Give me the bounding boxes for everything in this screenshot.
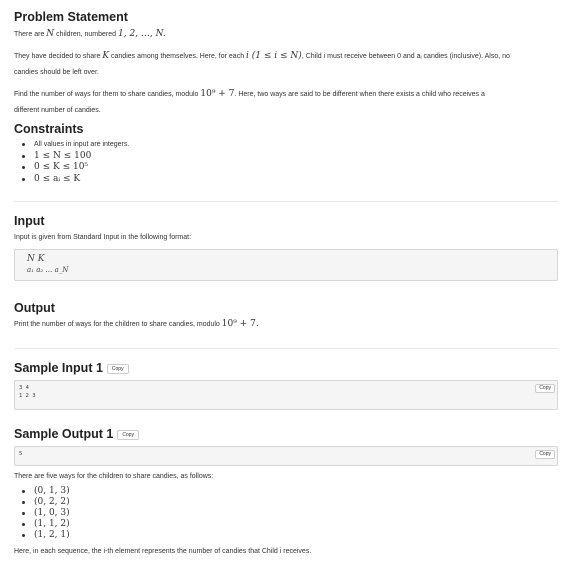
- sample-output-1-header: Sample Output 1 Copy: [14, 426, 558, 442]
- sample-explanation: There are five ways for the children to …: [14, 469, 558, 560]
- copy-button[interactable]: Copy: [535, 450, 555, 459]
- way-item: (0, 2, 2): [14, 497, 558, 508]
- constraints-heading: Constraints: [14, 122, 84, 136]
- copy-sample-input-button[interactable]: Copy: [106, 363, 129, 374]
- problem-statement-section: Problem Statement There are N children, …: [14, 9, 558, 119]
- constraint-item: 0 ≤ K ≤ 10⁵: [14, 162, 558, 174]
- way-item: (1, 0, 3): [14, 508, 558, 519]
- input-format-line-1: N K: [27, 254, 45, 264]
- way-item: (1, 2, 1): [14, 530, 558, 541]
- constraints-list: All values in input are integers. 1 ≤ N …: [14, 139, 558, 185]
- input-heading: Input: [14, 214, 45, 228]
- section-divider: [14, 201, 558, 202]
- sample-note: Here, in each sequence, the i-th element…: [14, 548, 312, 555]
- input-section: Input Input is given from Standard Input…: [14, 213, 558, 246]
- sample-explanation-text: There are five ways for the children to …: [14, 473, 214, 480]
- input-format-box: N K a₁ a₂ … a_N: [14, 249, 558, 281]
- sample-input-1-box: 3 4 1 2 3 Copy: [14, 380, 558, 410]
- ways-list: (0, 1, 3) (0, 2, 2) (1, 0, 3) (1, 1, 2) …: [14, 486, 558, 541]
- output-section: Output Print the number of ways for the …: [14, 300, 558, 333]
- copy-sample-output-button[interactable]: Copy: [117, 429, 140, 440]
- output-description: Print the number of ways for the childre…: [14, 319, 259, 329]
- problem-line-2: They have decided to share K candies amo…: [14, 51, 510, 61]
- sample-input-1-header: Sample Input 1 Copy: [14, 360, 558, 376]
- sample-input-1-content: 3 4 1 2 3: [19, 385, 36, 399]
- sample-output-1-heading: Sample Output 1 Copy: [14, 426, 558, 442]
- sample-output-1-box: 5 Copy: [14, 446, 558, 466]
- problem-line-4: Find the number of ways for them to shar…: [14, 89, 485, 99]
- problem-page: Problem Statement There are N children, …: [0, 0, 576, 570]
- constraints-section: Constraints All values in input are inte…: [14, 121, 558, 185]
- problem-statement-heading: Problem Statement: [14, 10, 128, 24]
- sample-output-1-content: 5: [19, 451, 23, 457]
- copy-button[interactable]: Copy: [535, 384, 555, 393]
- way-item: (0, 1, 3): [14, 486, 558, 497]
- way-item: (1, 1, 2): [14, 519, 558, 530]
- input-description: Input is given from Standard Input in th…: [14, 234, 192, 241]
- constraint-item: 0 ≤ aᵢ ≤ K: [14, 174, 558, 186]
- problem-line-1: There are N children, numbered 1, 2, …, …: [14, 29, 166, 39]
- constraint-item: All values in input are integers.: [14, 139, 558, 151]
- problem-line-3: candies should be left over.: [14, 69, 99, 76]
- input-format-line-2: a₁ a₂ … a_N: [27, 266, 69, 274]
- problem-line-5: different number of candies.: [14, 107, 101, 114]
- section-divider: [14, 348, 558, 349]
- constraint-item: 1 ≤ N ≤ 100: [14, 151, 558, 163]
- output-heading: Output: [14, 301, 55, 315]
- sample-input-1-heading: Sample Input 1 Copy: [14, 360, 558, 376]
